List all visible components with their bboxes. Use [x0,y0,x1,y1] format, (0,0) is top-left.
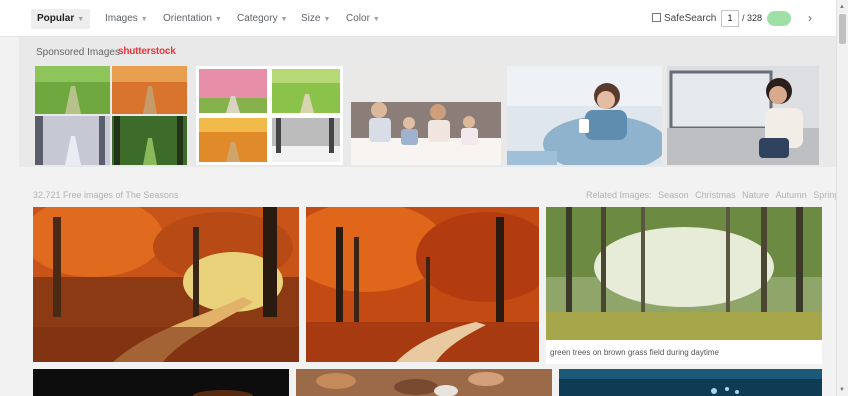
photo-caption-box: green trees on brown grass field during … [546,340,822,364]
related-link[interactable]: Christmas [695,190,736,200]
sponsored-image-woman-at-window[interactable] [667,66,819,165]
related-images: Related Images: Season Christmas Nature … [582,190,839,200]
related-link[interactable]: Nature [742,190,769,200]
photo-green-trees-grass-field[interactable] [546,207,822,340]
chevron-down-icon: ▼ [280,16,288,23]
related-link[interactable]: Autumn [776,190,807,200]
results-count: 32,721 Free images of The Seasons [33,190,179,200]
size-filter[interactable]: Size ▼ [301,9,330,29]
chevron-down-icon: ▼ [77,16,85,23]
photo-autumn-forest-path[interactable] [33,207,299,362]
orientation-filter-label: Orientation [163,13,212,24]
color-filter-label: Color [346,13,370,24]
woman-at-window-graphic [667,66,819,165]
page-total: / 328 [742,13,763,23]
photo-autumn-red-forest[interactable] [306,207,539,362]
scroll-down-icon[interactable]: ▼ [839,387,845,393]
images-filter-label: Images [105,13,138,24]
chevron-down-icon: ▼ [140,16,148,23]
shutterstock-logo: shutterstock [118,46,176,57]
category-filter[interactable]: Category ▼ [237,9,288,29]
safesearch-label: SafeSearch [664,13,717,24]
safesearch-toggle[interactable]: SafeSearch [652,11,716,27]
sponsored-label: Sponsored Images [36,47,120,58]
photo-fallen-leaves[interactable] [296,369,552,396]
sponsored-section: Sponsored Images shutterstock [19,37,836,167]
chevron-down-icon: ▼ [214,16,222,23]
orientation-filter[interactable]: Orientation ▼ [163,9,222,29]
seasons-collage-graphic [35,66,187,165]
dark-scene-graphic [33,369,289,396]
images-filter[interactable]: Images ▼ [105,9,148,29]
chevron-down-icon: ▼ [323,16,331,23]
category-filter-label: Category [237,13,278,24]
chevron-down-icon: ▼ [372,16,380,23]
sponsored-image-family-in-bed[interactable] [351,66,501,165]
blue-night-graphic [559,369,822,396]
filter-bar: Popular ▼ Images ▼ Orientation ▼ Category ▼ … [0,0,836,37]
safesearch-checkbox[interactable] [652,13,661,22]
page-scrollbar[interactable]: ▲ ▼ [836,0,848,396]
scroll-up-icon[interactable]: ▲ [839,4,845,10]
photo-blue-night[interactable] [559,369,822,396]
page-number-input[interactable]: 1 [721,10,739,27]
popular-filter[interactable]: Popular ▼ [31,9,91,29]
sponsored-image-seasons-collage[interactable] [35,66,187,165]
popular-filter-label: Popular [37,13,75,24]
family-in-bed-graphic [351,66,501,165]
sponsored-image-woman-with-blanket[interactable] [507,66,662,165]
woman-with-blanket-graphic [507,66,662,165]
sponsored-image-seasons-grid[interactable] [196,66,343,165]
photo-dark-scene[interactable] [33,369,289,396]
go-page-button[interactable] [767,11,791,26]
autumn-red-forest-graphic [306,207,539,362]
green-trees-graphic [546,207,822,340]
seasons-grid-graphic [199,69,340,162]
size-filter-label: Size [301,13,321,24]
scrollbar-thumb[interactable] [839,14,846,44]
related-label: Related Images: [586,190,652,200]
chevron-right-icon[interactable]: › [804,10,816,27]
related-link[interactable]: Season [658,190,689,200]
page: { "filters": { "popular": "Popular", "im… [0,0,848,396]
autumn-forest-path-graphic [33,207,299,362]
color-filter[interactable]: Color ▼ [346,9,380,29]
photo-caption: green trees on brown grass field during … [550,348,719,357]
fallen-leaves-graphic [296,369,552,396]
